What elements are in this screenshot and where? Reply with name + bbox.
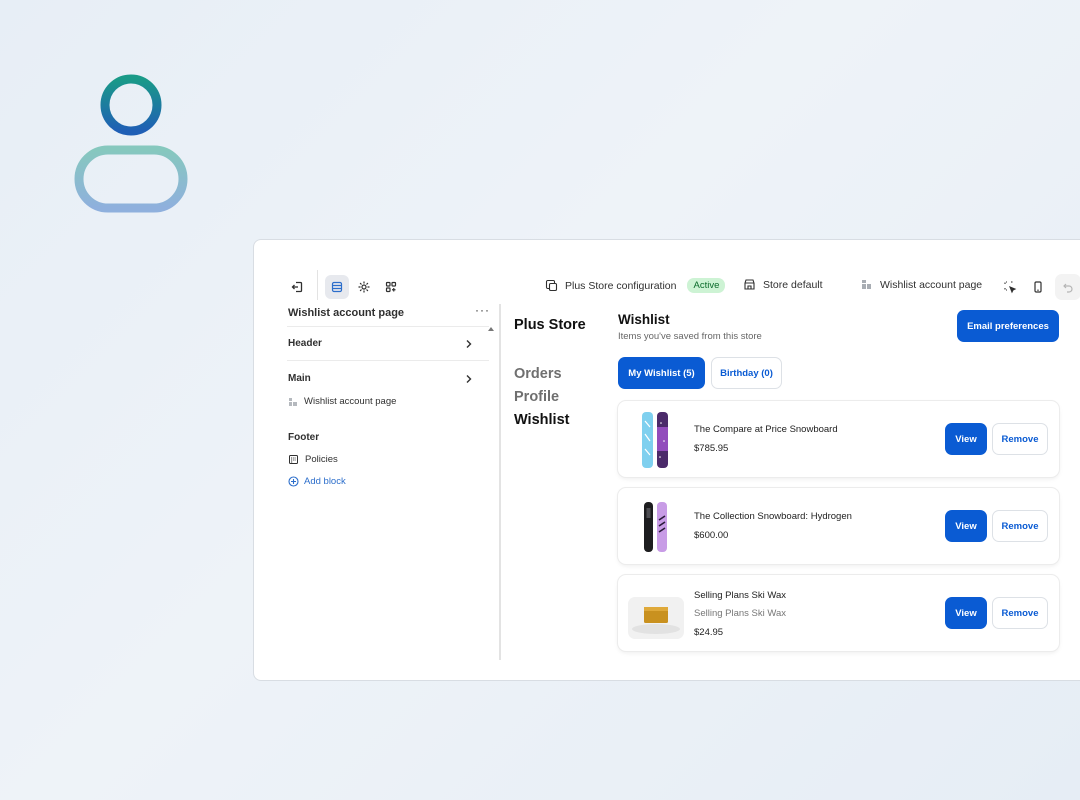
wishlist-item: Selling Plans Ski Wax Selling Plans Ski … (618, 575, 1059, 651)
wishlist-title: Wishlist (618, 312, 670, 327)
remove-button[interactable]: Remove (992, 597, 1048, 629)
nav-link-wishlist[interactable]: Wishlist (514, 412, 569, 428)
section-main[interactable]: Main (288, 373, 311, 384)
sections-icon[interactable] (325, 275, 349, 299)
item-name[interactable]: The Compare at Price Snowboard (694, 424, 838, 435)
item-price: $24.95 (694, 627, 724, 638)
wishlist-item: The Collection Snowboard: Hydrogen $600.… (618, 488, 1059, 564)
section-footer[interactable]: Footer (288, 432, 319, 443)
nav-link-profile[interactable]: Profile (514, 389, 559, 405)
user-illustration-icon (72, 72, 192, 217)
block-wishlist-account-page[interactable]: Wishlist account page (288, 396, 396, 407)
toolbar-divider (317, 270, 318, 300)
item-price: $785.95 (694, 443, 729, 454)
apps-icon[interactable] (380, 276, 402, 298)
chevron-right-icon[interactable] (465, 374, 473, 384)
tab-my-wishlist[interactable]: My Wishlist (5) (618, 357, 705, 389)
product-image (628, 409, 684, 469)
block-label: Policies (305, 454, 338, 465)
wishlist-item: The Compare at Price Snowboard $785.95 V… (618, 401, 1059, 477)
item-name[interactable]: Selling Plans Ski Wax (694, 590, 786, 601)
nav-link-orders[interactable]: Orders (514, 366, 562, 382)
wishlist-subtitle: Items you've saved from this store (618, 331, 762, 342)
add-block-button[interactable]: Add block (288, 476, 346, 487)
sidebar-divider (287, 326, 489, 327)
status-badge: Active (687, 278, 726, 293)
undo-icon (1063, 283, 1073, 293)
item-variant: Selling Plans Ski Wax (694, 608, 787, 619)
product-image (628, 583, 684, 643)
block-template-icon (289, 397, 297, 406)
storefront-preview: Plus Store Orders Profile Wishlist Wishl… (501, 302, 1080, 672)
sidebar-title: Wishlist account page (288, 307, 405, 319)
undo-button[interactable] (1055, 274, 1080, 300)
view-button[interactable]: View (945, 510, 987, 542)
mobile-preview-icon[interactable] (1027, 276, 1049, 298)
settings-gear-icon[interactable] (353, 276, 375, 298)
add-block-label: Add block (304, 476, 346, 487)
page-selector[interactable]: Wishlist account page (860, 278, 982, 291)
inspector-select-icon[interactable] (999, 276, 1021, 298)
policies-icon (289, 455, 298, 464)
remove-button[interactable]: Remove (992, 423, 1048, 455)
scroll-up-arrow-icon[interactable] (488, 327, 494, 331)
chevron-right-icon[interactable] (465, 339, 473, 349)
item-name[interactable]: The Collection Snowboard: Hydrogen (694, 511, 852, 522)
section-header[interactable]: Header (288, 338, 322, 349)
configuration-label: Plus Store configuration (565, 279, 677, 292)
block-policies[interactable]: Policies (288, 454, 338, 465)
page-template-icon (862, 280, 871, 289)
store-name: Plus Store (514, 317, 586, 333)
view-button[interactable]: View (945, 423, 987, 455)
store-default-label: Store default (763, 278, 823, 291)
store-icon (744, 279, 755, 290)
theme-editor-window: Plus Store configuration Active Store de… (253, 239, 1080, 681)
view-button[interactable]: View (945, 597, 987, 629)
more-actions-icon[interactable]: ··· (475, 303, 490, 317)
tab-birthday[interactable]: Birthday (0) (711, 357, 782, 389)
page-selector-label: Wishlist account page (880, 278, 983, 291)
plus-circle-icon (288, 476, 299, 487)
exit-icon[interactable] (286, 276, 308, 298)
item-price: $600.00 (694, 530, 729, 541)
remove-button[interactable]: Remove (992, 510, 1048, 542)
product-image (628, 496, 684, 556)
block-label: Wishlist account page (304, 396, 397, 407)
store-configuration-selector[interactable]: Plus Store configuration Active (545, 278, 726, 293)
store-default-selector[interactable]: Store default (743, 278, 823, 291)
sections-sidebar: Wishlist account page ··· Header Main Wi… (287, 302, 489, 662)
email-preferences-button[interactable]: Email preferences (957, 310, 1059, 342)
sidebar-divider (287, 360, 489, 361)
configuration-icon (545, 279, 558, 292)
